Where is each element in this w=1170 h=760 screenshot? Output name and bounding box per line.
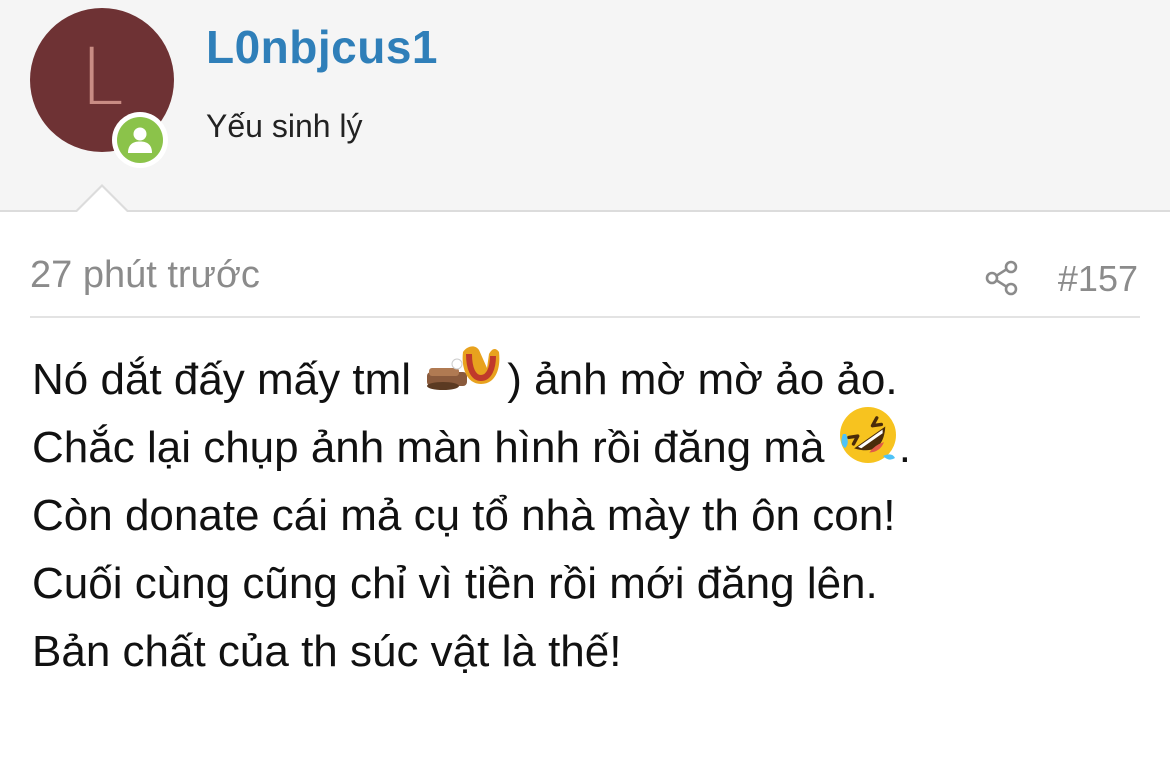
sticker-emoji-icon [423,340,507,414]
post-line-1: Nó dắt đấy mấy tml ) ảnh mờ mờ ảo ảo. [32,346,1142,414]
post-number-link[interactable]: #157 [1058,258,1138,300]
user-icon [128,127,152,153]
post-meta-bar: 27 phút trước #157 [30,248,1140,318]
post-text: Chắc lại chụp ảnh màn hình rồi đăng mà [32,423,837,472]
rolling-laughing-emoji-icon [837,404,899,486]
avatar-letter: L [80,33,124,123]
post-timestamp[interactable]: 27 phút trước [30,254,260,297]
username-link[interactable]: L0nbjcus1 [206,20,438,74]
online-status-badge [112,112,168,168]
post-author-header: L L0nbjcus1 Yếu sinh lý [0,0,1170,212]
share-icon[interactable] [984,260,1020,296]
online-indicator [117,117,163,163]
post-text: ) ảnh mờ mờ ảo ảo. [507,355,898,404]
user-title: Yếu sinh lý [206,108,363,144]
post-line-2: Chắc lại chụp ảnh màn hình rồi đăng mà . [32,407,1142,482]
post-text: . [898,423,911,472]
post-line-4: Cuối cùng cũng chỉ vì tiền rồi mới đăng … [32,559,878,608]
header-notch-fill [76,187,128,213]
post-line-5: Bản chất của th súc vật là thế! [32,627,622,676]
post-body: Nó dắt đấy mấy tml ) ảnh mờ mờ ảo ảo. Ch… [32,346,1142,686]
post-text: Nó dắt đấy mấy tml [32,355,424,404]
post-line-3: Còn donate cái mả cụ tổ nhà mày th ôn co… [32,491,896,540]
